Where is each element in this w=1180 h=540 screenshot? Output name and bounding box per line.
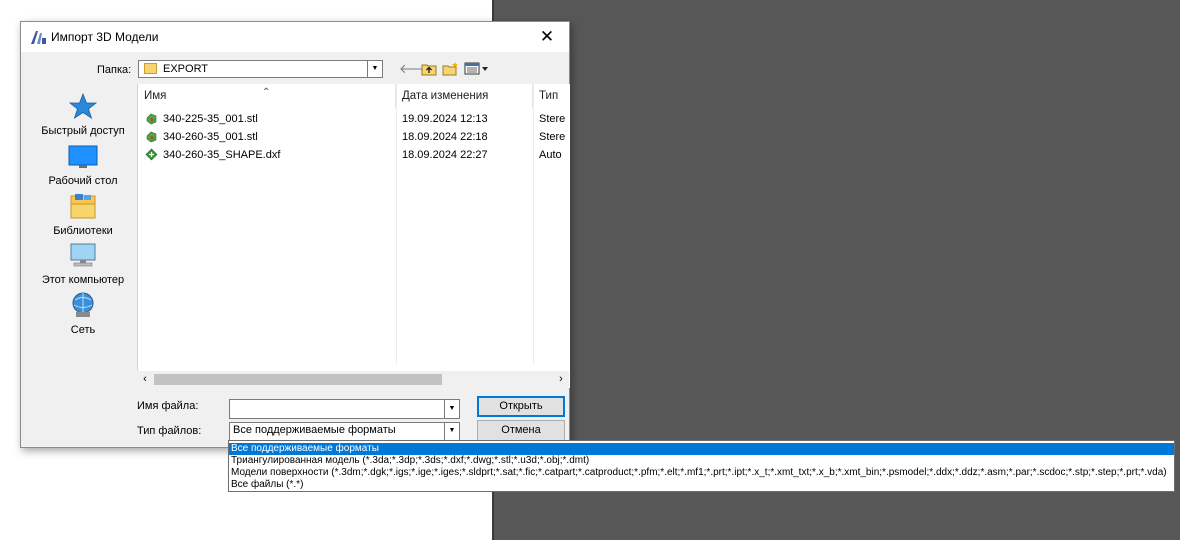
column-header-date[interactable]: Дата изменения	[396, 84, 533, 108]
places-bar: Быстрый доступ Рабочий стол Библиотеки Э…	[27, 88, 137, 398]
filetype-label: Тип файлов:	[137, 425, 202, 437]
file-name: 340-260-35_SHAPE.dxf	[163, 149, 281, 161]
scroll-right-icon[interactable]: ›	[553, 371, 569, 388]
app-icon	[31, 31, 46, 44]
import-dialog: Импорт 3D Модели ✕ Папка: EXPORT ▼ 🡐 Быс…	[20, 21, 570, 448]
computer-icon	[70, 243, 96, 267]
folder-value: EXPORT	[163, 63, 209, 75]
folder-label: Папка:	[97, 64, 132, 76]
column-header-label: Имя	[144, 90, 167, 102]
file-date: 18.09.2024 22:27	[402, 149, 488, 161]
filetype-option[interactable]: Триангулированная модель (*.3da;*.3dp;*.…	[229, 455, 1174, 467]
file-name: 340-225-35_001.stl	[163, 113, 258, 125]
column-header-type[interactable]: Тип	[533, 84, 570, 108]
file-type: Stere	[539, 131, 566, 143]
network-icon	[72, 292, 94, 317]
star-icon	[68, 92, 98, 119]
place-label: Быстрый доступ	[41, 125, 125, 137]
place-network[interactable]: Сеть	[27, 291, 139, 336]
file-list[interactable]: ⌃ Имя Дата изменения Тип 340-225-35_001.…	[137, 84, 570, 388]
title-bar: Импорт 3D Модели ✕	[21, 22, 569, 52]
close-icon[interactable]: ✕	[525, 22, 569, 52]
up-folder-icon[interactable]	[421, 60, 437, 78]
place-this-computer[interactable]: Этот компьютер	[27, 241, 139, 286]
place-label: Библиотеки	[53, 225, 113, 237]
stl-file-icon	[146, 131, 157, 143]
column-header-label: Тип	[539, 90, 559, 102]
back-arrow-icon[interactable]: 🡐	[399, 60, 434, 78]
place-quick-access[interactable]: Быстрый доступ	[27, 92, 139, 137]
horizontal-scrollbar[interactable]: ‹ ›	[137, 371, 569, 388]
chevron-down-icon[interactable]: ▼	[444, 400, 459, 418]
filename-label: Имя файла:	[137, 400, 199, 412]
place-libraries[interactable]: Библиотеки	[27, 192, 139, 237]
column-header-label: Дата изменения	[402, 90, 489, 102]
new-folder-icon[interactable]	[442, 60, 460, 78]
column-header-name[interactable]: ⌃ Имя	[138, 84, 396, 108]
file-row[interactable]: 340-225-35_001.stl 19.09.2024 12:13 Ster…	[138, 110, 570, 128]
view-menu-icon[interactable]	[464, 60, 490, 78]
open-button[interactable]: Открыть	[477, 396, 565, 417]
place-desktop[interactable]: Рабочий стол	[27, 142, 139, 187]
filetype-select[interactable]: Все поддерживаемые форматы ▼	[229, 422, 460, 441]
folder-icon	[144, 63, 157, 74]
filetype-dropdown-list[interactable]: Все поддерживаемые форматы Триангулирова…	[228, 440, 1175, 492]
filetype-option[interactable]: Все файлы (*.*)	[229, 479, 1174, 491]
chevron-down-icon[interactable]: ▼	[444, 423, 459, 440]
folder-select[interactable]: EXPORT ▼	[138, 60, 383, 78]
scrollbar-thumb[interactable]	[154, 374, 442, 385]
file-name: 340-260-35_001.stl	[163, 131, 258, 143]
dialog-title: Импорт 3D Модели	[51, 30, 159, 44]
filename-input[interactable]: ▼	[229, 399, 460, 419]
file-type: Stere	[539, 113, 566, 125]
filetype-option[interactable]: Все поддерживаемые форматы	[229, 443, 1174, 455]
file-date: 18.09.2024 22:18	[402, 131, 488, 143]
desktop-icon	[68, 145, 98, 168]
stl-file-icon	[146, 113, 157, 125]
sort-up-icon: ⌃	[262, 87, 271, 98]
file-row[interactable]: 340-260-35_001.stl 18.09.2024 22:18 Ster…	[138, 128, 570, 146]
cancel-button[interactable]: Отмена	[477, 420, 565, 441]
libraries-icon	[70, 194, 96, 219]
place-label: Рабочий стол	[48, 175, 118, 187]
file-type: Auto	[539, 149, 562, 161]
dxf-file-icon	[145, 148, 158, 161]
filetype-value: Все поддерживаемые форматы	[233, 424, 396, 436]
chevron-down-icon[interactable]: ▼	[367, 61, 382, 77]
scroll-left-icon[interactable]: ‹	[137, 371, 153, 388]
file-date: 19.09.2024 12:13	[402, 113, 488, 125]
place-label: Сеть	[70, 324, 96, 336]
filetype-option[interactable]: Модели поверхности (*.3dm;*.dgk;*.igs;*.…	[229, 467, 1174, 479]
file-row[interactable]: 340-260-35_SHAPE.dxf 18.09.2024 22:27 Au…	[138, 146, 570, 164]
place-label: Этот компьютер	[41, 274, 125, 286]
